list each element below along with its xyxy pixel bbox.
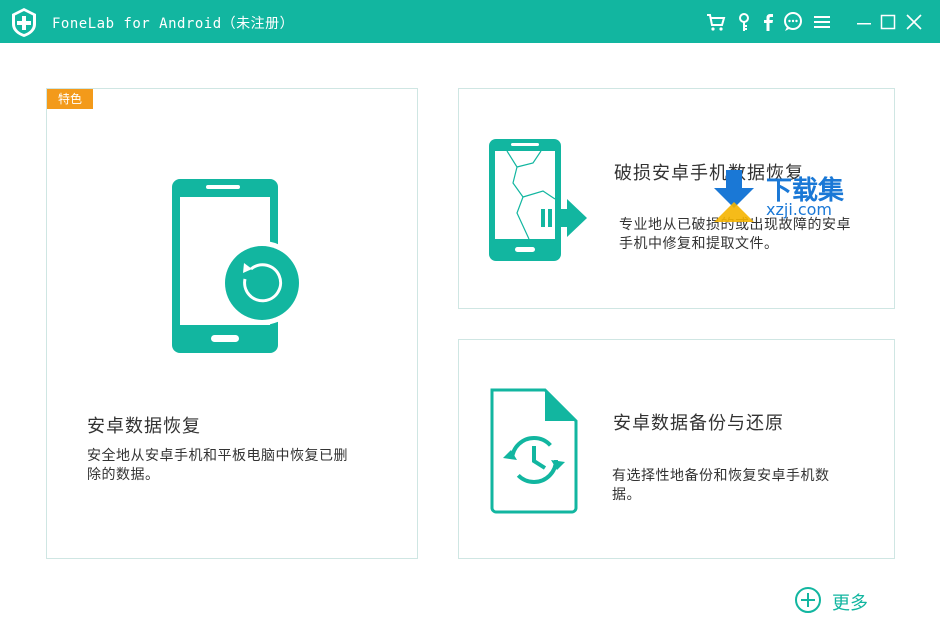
card-title: 破损安卓手机数据恢复 bbox=[614, 163, 804, 184]
featured-badge: 特色 bbox=[47, 89, 93, 109]
more-label: 更多 bbox=[832, 593, 868, 614]
plus-circle-icon bbox=[794, 586, 822, 618]
broken-phone-icon bbox=[487, 137, 597, 267]
app-logo-icon bbox=[8, 6, 40, 38]
title-bar: FoneLab for Android（未注册） bbox=[0, 0, 940, 43]
card-title: 安卓数据备份与还原 bbox=[613, 413, 784, 434]
card-desc-line2: 手机中修复和提取文件。 bbox=[619, 236, 779, 252]
backup-file-icon bbox=[489, 388, 579, 518]
facebook-icon[interactable] bbox=[757, 11, 779, 33]
card-android-data-recovery[interactable]: 特色 安卓数据恢复 安全地从安卓手机和平板电脑中恢复已删 除的数据。 bbox=[46, 88, 418, 559]
card-broken-android-recovery[interactable]: 破损安卓手机数据恢复 专业地从已破损的或出现故障的安卓 手机中修复和提取文件。 bbox=[458, 88, 895, 309]
app-title: FoneLab for Android（未注册） bbox=[52, 16, 295, 32]
cart-icon[interactable] bbox=[705, 11, 727, 33]
card-desc-line1: 有选择性地备份和恢复安卓手机数 bbox=[612, 468, 830, 484]
phone-restore-icon bbox=[167, 177, 307, 361]
card-desc-line2: 据。 bbox=[612, 487, 641, 503]
key-icon[interactable] bbox=[733, 11, 755, 33]
card-android-backup-restore[interactable]: 安卓数据备份与还原 有选择性地备份和恢复安卓手机数 据。 bbox=[458, 339, 895, 559]
card-desc-line2: 除的数据。 bbox=[87, 467, 160, 483]
maximize-icon[interactable] bbox=[877, 11, 899, 33]
menu-icon[interactable] bbox=[811, 11, 833, 33]
chat-icon[interactable] bbox=[782, 11, 804, 33]
minimize-icon[interactable] bbox=[853, 11, 875, 33]
card-title: 安卓数据恢复 bbox=[87, 416, 201, 437]
close-icon[interactable] bbox=[903, 11, 925, 33]
card-desc-line1: 专业地从已破损的或出现故障的安卓 bbox=[619, 217, 851, 233]
card-desc-line1: 安全地从安卓手机和平板电脑中恢复已删 bbox=[87, 448, 348, 464]
